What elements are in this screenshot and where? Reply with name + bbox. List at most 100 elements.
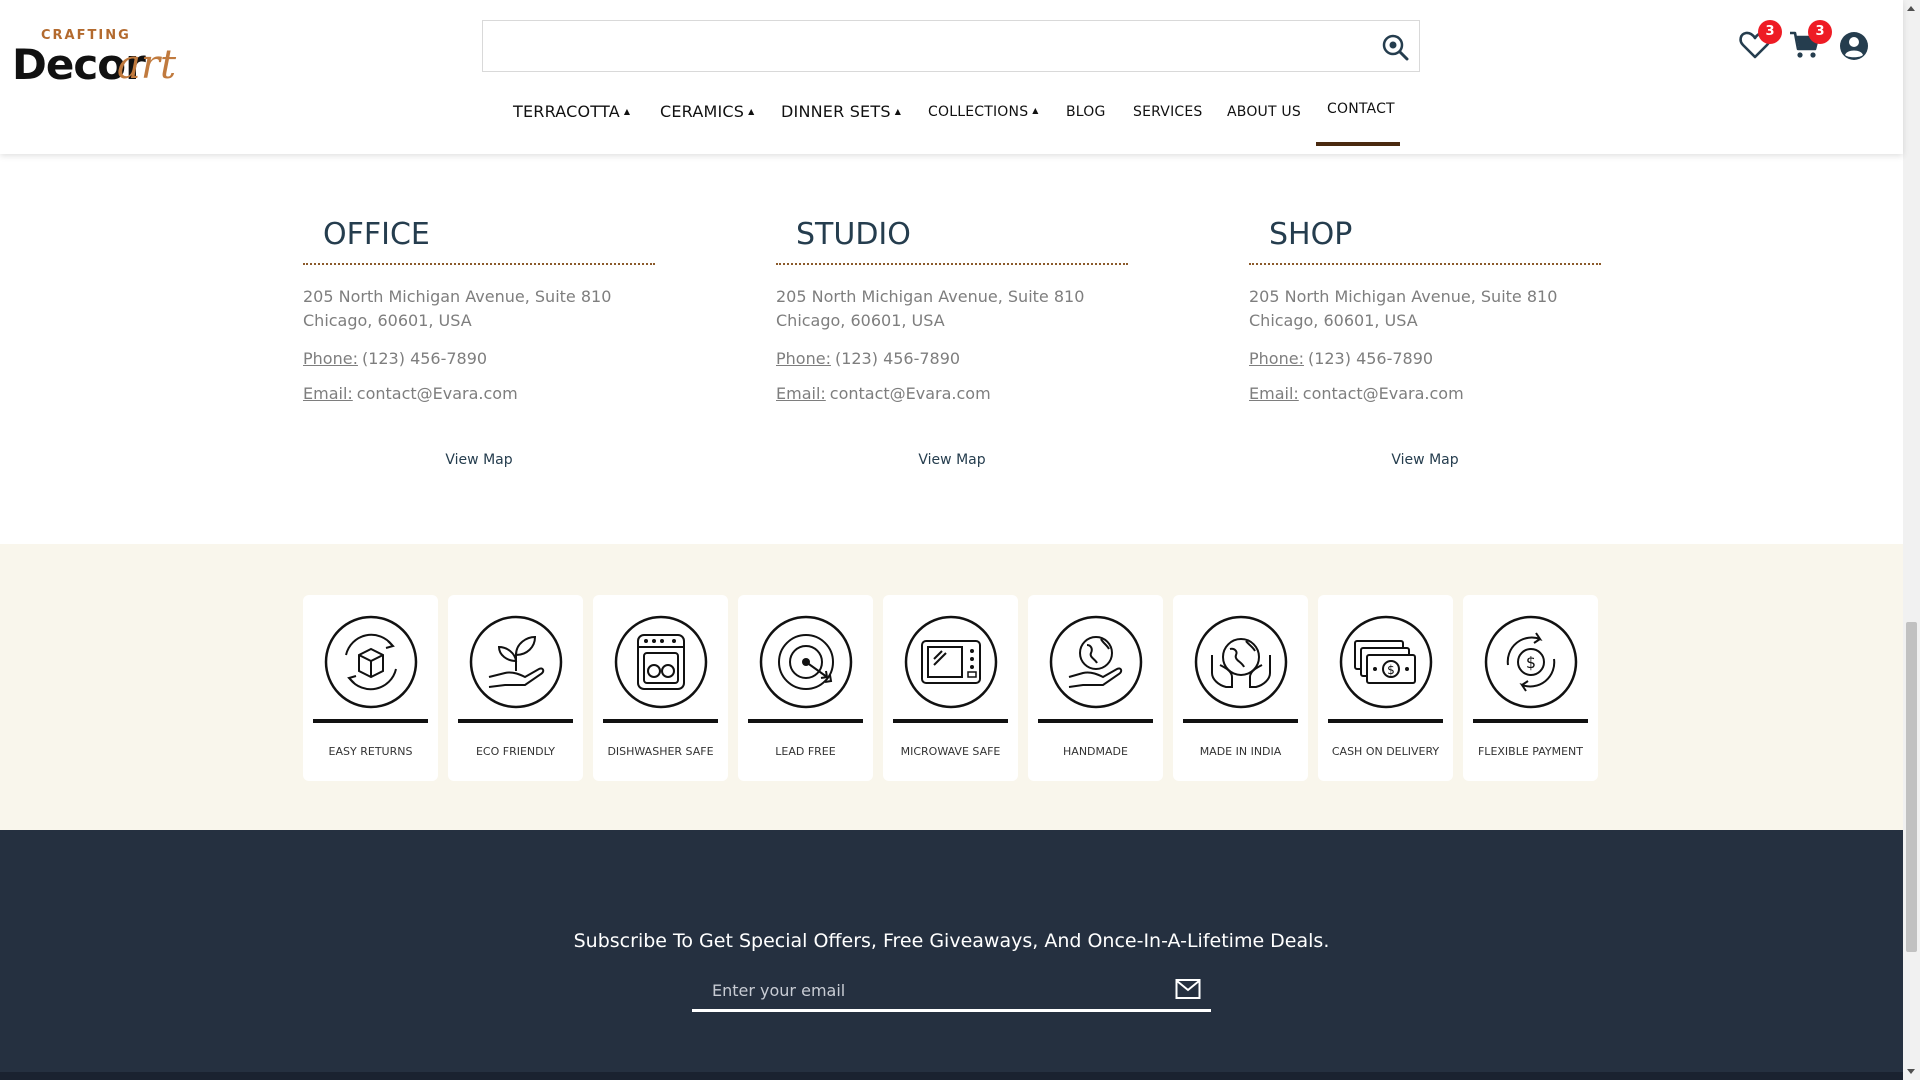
cash-icon: $ [1339,615,1433,709]
feature-divider [1038,719,1153,723]
location-address: 205 North Michigan Avenue, Suite 810 Chi… [776,287,1085,330]
location-email: Email: contact@Evara.com [776,384,1128,403]
phone-label: Phone: [776,349,831,368]
box-return-icon [324,615,418,709]
feature-dishwasher-safe: DISHWASHER SAFE [593,595,728,781]
feature-easy-returns: EASY RETURNS [303,595,438,781]
nav-blog[interactable]: BLOG [1066,104,1106,120]
dollar-cycle-icon: $ [1484,615,1578,709]
logo-script: art [117,42,177,88]
search-icon[interactable] [1381,33,1409,61]
wishlist-count-badge: 3 [1758,20,1782,44]
caret-up-icon: ▲ [1032,106,1039,115]
location-title: OFFICE [303,215,655,265]
email-value[interactable]: contact@Evara.com [357,384,518,403]
scrollbar-thumb[interactable] [1906,622,1917,952]
nav-about-us[interactable]: ABOUT US [1227,104,1301,120]
mail-icon[interactable] [1175,978,1201,1000]
feature-label: FLEXIBLE PAYMENT [1477,745,1583,758]
location-title: STUDIO [776,215,1128,265]
wishlist-button[interactable]: 3 [1738,20,1782,62]
nav-collections[interactable]: COLLECTIONS ▲ [928,104,1039,120]
logo[interactable]: CRAFTING Decor art [12,20,192,89]
feature-label: MICROWAVE SAFE [900,745,1001,758]
caret-up-icon: ▲ [748,107,755,116]
feature-handmade: HANDMADE [1028,595,1163,781]
phone-value[interactable]: (123) 456-7890 [362,349,487,368]
feature-divider [1183,719,1298,723]
email-label: Email: [303,384,353,403]
globe-hands-icon [1194,615,1288,709]
location-email: Email: contact@Evara.com [1249,384,1601,403]
newsletter-title: Subscribe To Get Special Offers, Free Gi… [573,930,1330,952]
feature-label: EASY RETURNS [328,745,413,758]
email-value[interactable]: contact@Evara.com [1303,384,1464,403]
site-header: CRAFTING Decor art 3 3 TERRACOTTA ▲ CERA… [0,0,1903,154]
location-title: SHOP [1249,215,1601,265]
feature-divider [1473,719,1588,723]
email-label: Email: [776,384,826,403]
newsletter-form [692,970,1211,1012]
footer-strip [0,1072,1903,1080]
nav-terracotta[interactable]: TERRACOTTA ▲ [513,102,630,121]
feature-cash-on-delivery: $ CASH ON DELIVERY [1318,595,1453,781]
nav-ceramics[interactable]: CERAMICS ▲ [660,102,755,121]
location-studio: STUDIO 205 North Michigan Avenue, Suite … [776,215,1128,468]
scroll-up-icon[interactable] [1907,6,1915,11]
svg-text:$: $ [1387,663,1395,677]
account-button[interactable] [1838,30,1872,64]
features-section: EASY RETURNS ECO FRIENDLY DISHWASHER SAF… [0,544,1903,830]
feature-flexible-payment: $ FLEXIBLE PAYMENT [1463,595,1598,781]
location-address: 205 North Michigan Avenue, Suite 810 Chi… [1249,287,1558,330]
location-phone: Phone: (123) 456-7890 [303,349,655,368]
feature-microwave-safe: MICROWAVE SAFE [883,595,1018,781]
nav-contact[interactable]: CONTACT [1327,101,1395,117]
nav-label: CERAMICS [660,102,745,121]
view-map-link[interactable]: View Map [1249,452,1601,468]
nav-label: COLLECTIONS [928,104,1029,120]
main-nav: TERRACOTTA ▲ CERAMICS ▲ DINNER SETS ▲ COLLE… [0,96,1903,146]
view-map-link[interactable]: View Map [776,452,1128,468]
feature-eco-friendly: ECO FRIENDLY [448,595,583,781]
nav-dinner-sets[interactable]: DINNER SETS ▲ [781,102,901,121]
nav-label: TERRACOTTA [513,102,620,121]
phone-value[interactable]: (123) 456-7890 [835,349,960,368]
globe-hand-icon [1049,615,1143,709]
scroll-down-icon[interactable] [1907,1069,1915,1074]
page-scrollbar[interactable] [1903,0,1920,1080]
location-email: Email: contact@Evara.com [303,384,655,403]
location-address: 205 North Michigan Avenue, Suite 810 Chi… [303,287,612,330]
location-shop: SHOP 205 North Michigan Avenue, Suite 81… [1249,215,1601,468]
phone-label: Phone: [1249,349,1304,368]
feature-label: ECO FRIENDLY [475,745,556,758]
caret-up-icon: ▲ [894,107,902,116]
feature-divider [1328,719,1443,723]
search-box [482,20,1420,72]
cart-button[interactable]: 3 [1788,20,1832,62]
target-icon [759,615,853,709]
email-label: Email: [1249,384,1299,403]
location-phone: Phone: (123) 456-7890 [1249,349,1601,368]
feature-divider [313,719,428,723]
phone-label: Phone: [303,349,358,368]
feature-label: LEAD FREE [775,745,836,758]
feature-label: HANDMADE [1063,745,1128,758]
nav-services[interactable]: SERVICES [1133,104,1203,120]
feature-divider [603,719,718,723]
location-office: OFFICE 205 North Michigan Avenue, Suite … [303,215,655,468]
phone-value[interactable]: (123) 456-7890 [1308,349,1433,368]
active-nav-indicator [1316,142,1400,146]
feature-made-in-india: MADE IN INDIA [1173,595,1308,781]
nav-label: DINNER SETS [781,102,891,121]
email-value[interactable]: contact@Evara.com [830,384,991,403]
email-input[interactable] [692,970,1152,1010]
feature-divider [893,719,1008,723]
dishwasher-icon [614,615,708,709]
view-map-link[interactable]: View Map [303,452,655,468]
feature-label: MADE IN INDIA [1199,745,1282,758]
search-input[interactable] [483,21,1363,71]
feature-lead-free: LEAD FREE [738,595,873,781]
plant-hand-icon [469,615,563,709]
feature-divider [748,719,863,723]
feature-label: CASH ON DELIVERY [1331,745,1440,758]
